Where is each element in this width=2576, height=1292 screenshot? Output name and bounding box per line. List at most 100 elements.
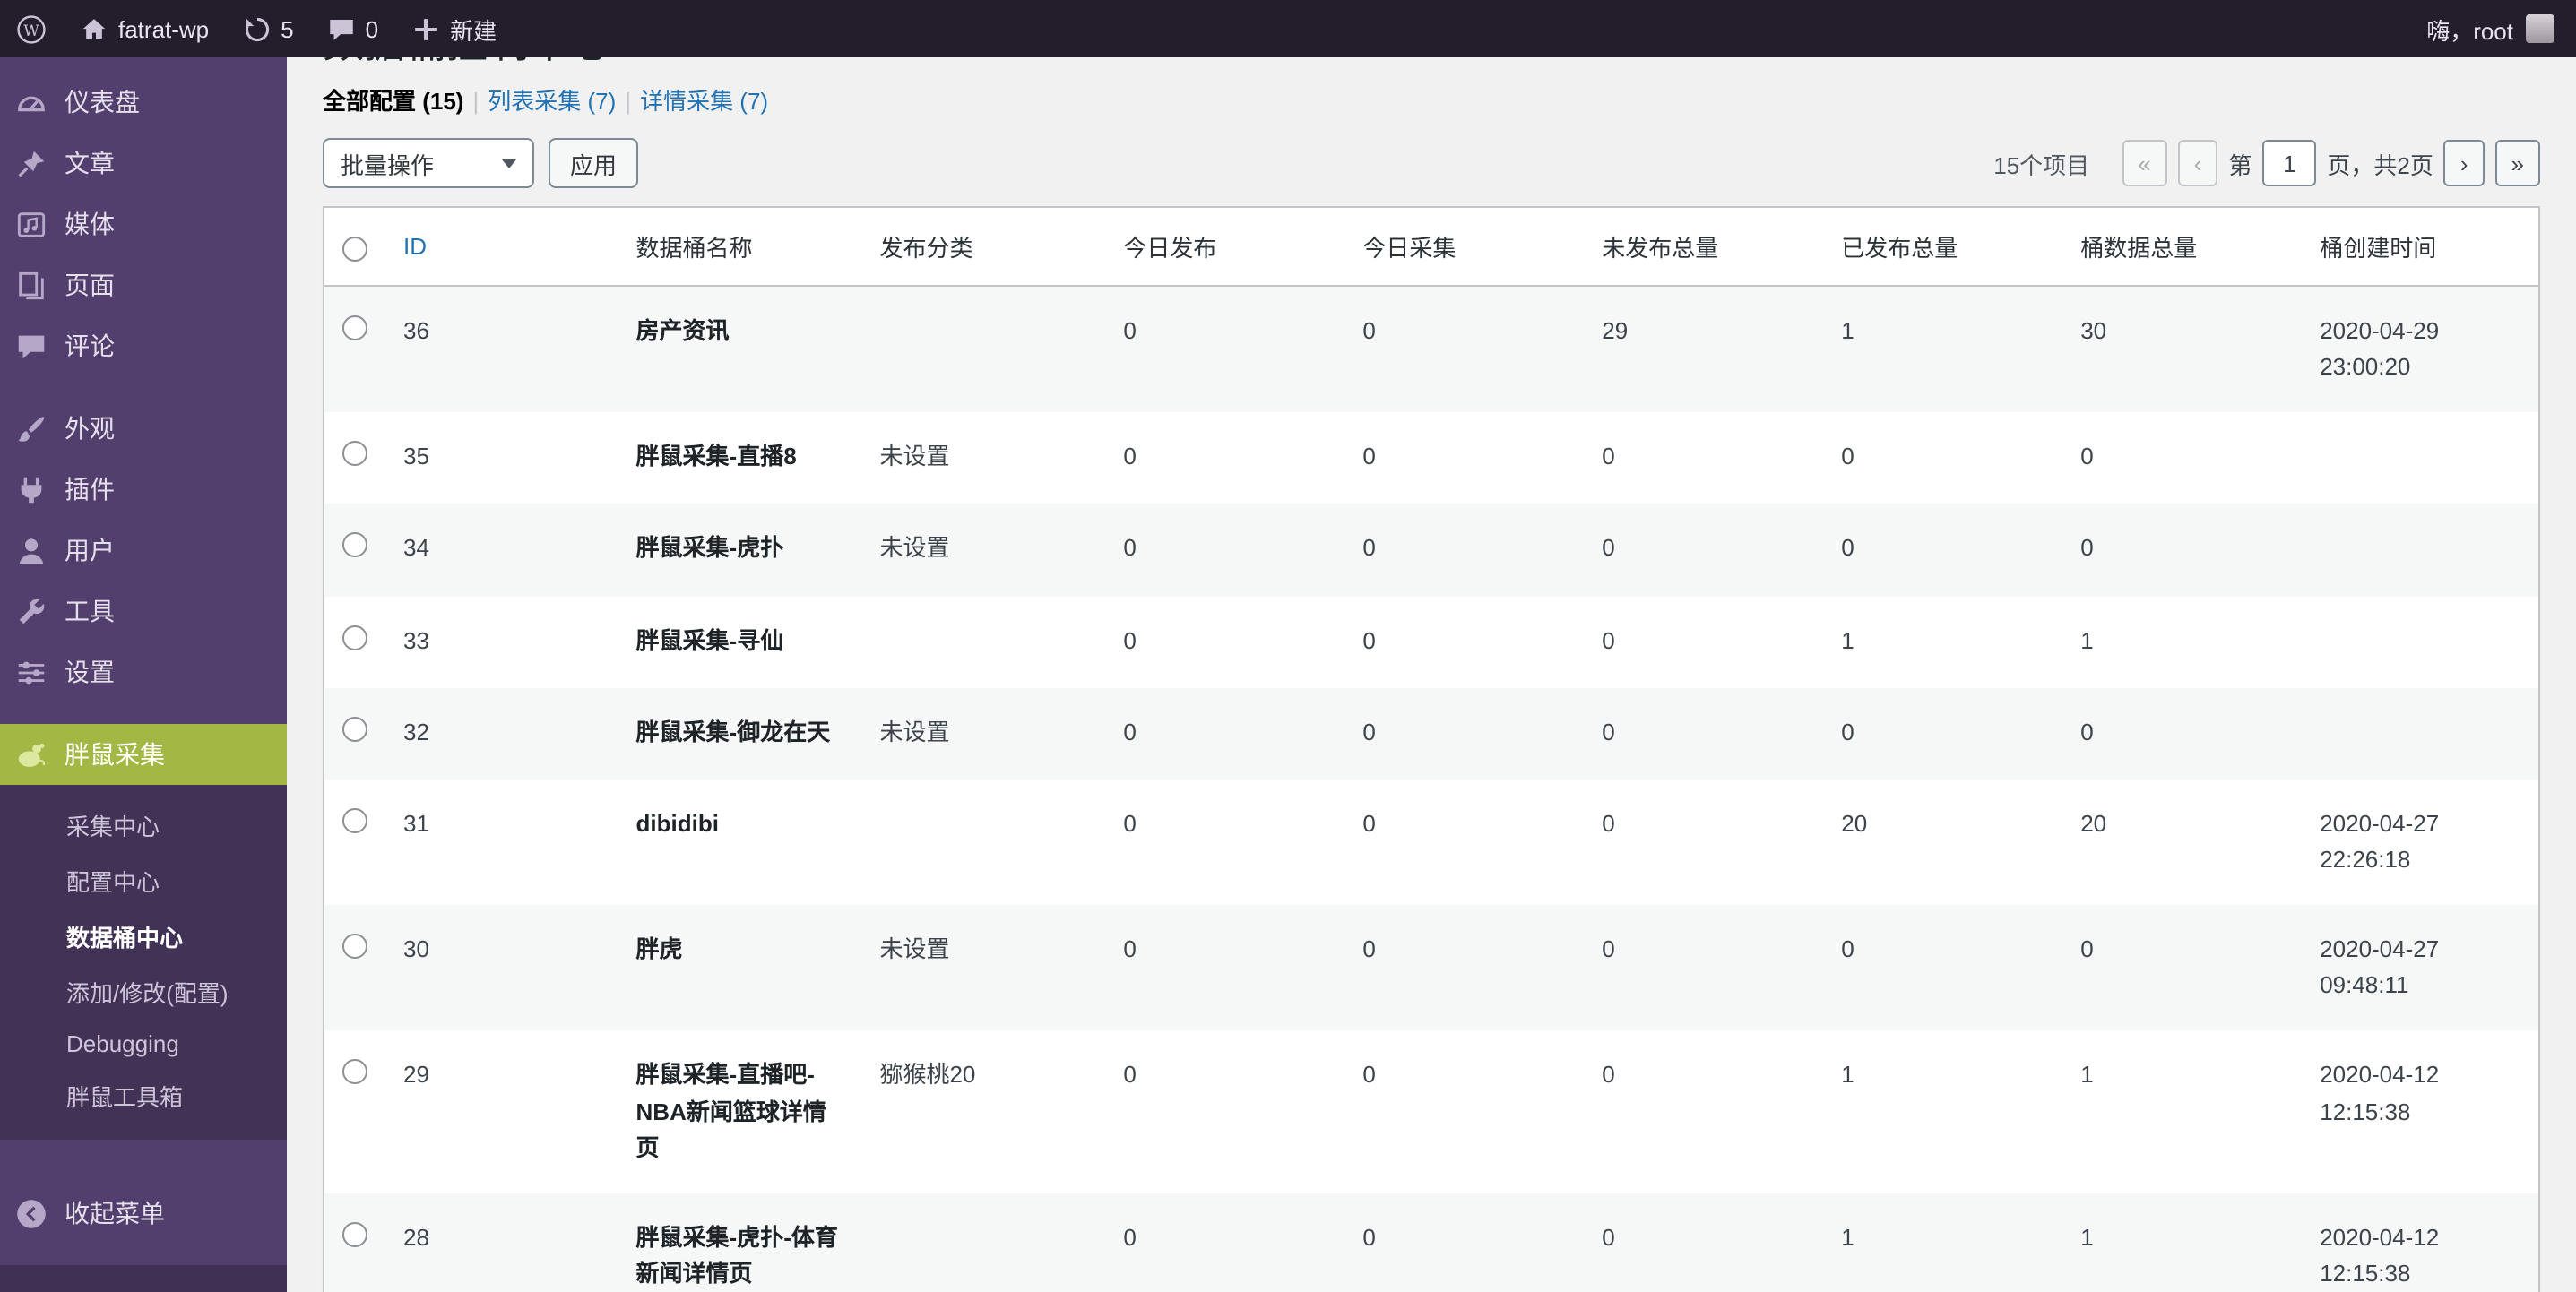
sidebar-item-fatrat[interactable]: 胖鼠采集 [0,724,287,785]
sidebar-item-8[interactable]: 工具 [0,581,287,642]
submenu-item[interactable]: 配置中心 [0,853,287,909]
filter-separator: | [625,88,631,115]
wordpress-admin-screen: W fatrat-wp 5 0 新建 嗨，root 仪表盘文章媒体页面评论外观插… [0,0,2576,1292]
sidebar-item-label: 插件 [65,471,115,507]
sidebar-item-1[interactable]: 文章 [0,133,287,194]
bulk-action-label: 批量操作 [341,146,434,180]
cell-name: 胖鼠采集-直播8 [618,413,862,504]
updates-count: 5 [281,15,293,42]
column-header: 发布分类 [861,207,1105,286]
column-header-id-sort[interactable]: ID [403,233,427,260]
sidebar-item-2[interactable]: 媒体 [0,194,287,254]
cell-name: 胖鼠采集-寻仙 [618,596,862,687]
bulk-action-select[interactable]: 批量操作 [323,138,534,188]
comments-menu[interactable]: 0 [310,0,394,57]
cell-created_at: 2020-04-27 09:48:11 [2302,905,2539,1031]
cell-category: 未设置 [861,905,1105,1031]
table-row: 30胖虎未设置000002020-04-27 09:48:11 [324,905,2539,1031]
row-checkbox[interactable] [342,934,367,959]
sidebar-item-9[interactable]: 设置 [0,642,287,702]
buckets-table: ID数据桶名称发布分类今日发布今日采集未发布总量已发布总量桶数据总量桶创建时间 … [323,206,2540,1292]
collapse-menu-button[interactable]: 收起菜单 [0,1183,287,1244]
cell-published_total: 0 [1823,687,2062,779]
cell-id: 32 [385,687,618,779]
filter-link[interactable]: 详情采集 (7) [640,88,768,115]
new-content-menu[interactable]: 新建 [394,0,513,57]
cell-bucket_total: 0 [2062,905,2302,1031]
row-checkbox[interactable] [342,442,367,467]
sidebar-item-label: 文章 [65,145,115,181]
cell-published_total: 1 [1823,1031,2062,1193]
cell-today_collect: 0 [1344,687,1584,779]
cell-bucket_total: 1 [2062,1031,2302,1193]
row-checkbox[interactable] [342,1060,367,1085]
filter-separator: | [472,88,479,115]
cell-id: 30 [385,905,618,1031]
cell-published_total: 0 [1823,504,2062,596]
row-checkbox[interactable] [342,1222,367,1247]
first-page-button[interactable]: « [2122,140,2166,186]
site-menu[interactable]: fatrat-wp [63,0,225,57]
sidebar-menu: 仪表盘文章媒体页面评论外观插件用户工具设置胖鼠采集采集中心配置中心数据桶中心添加… [0,72,287,1140]
row-checkbox[interactable] [342,808,367,833]
cell-published_total: 0 [1823,905,2062,1031]
row-checkbox[interactable] [342,533,367,558]
updates-menu[interactable]: 5 [225,0,309,57]
account-menu[interactable]: 嗨，root [2405,12,2576,46]
row-checkbox[interactable] [342,716,367,741]
prev-page-button[interactable]: ‹ [2178,140,2218,186]
cell-today_collect: 0 [1344,596,1584,687]
sidebar-item-4[interactable]: 评论 [0,315,287,376]
cell-id: 33 [385,596,618,687]
fatrat-submenu: 采集中心配置中心数据桶中心添加/修改(配置)Debugging胖鼠工具箱 [0,785,287,1140]
row-checkbox[interactable] [342,624,367,650]
cell-today_collect: 0 [1344,1193,1584,1292]
wp-logo-menu[interactable]: W [0,0,63,57]
current-page-input[interactable] [2262,140,2316,186]
cell-category [861,1193,1105,1292]
admin-sidebar: 仪表盘文章媒体页面评论外观插件用户工具设置胖鼠采集采集中心配置中心数据桶中心添加… [0,57,287,1292]
cell-created_at: 2020-04-27 22:26:18 [2302,780,2539,906]
cell-category [861,596,1105,687]
sidebar-item-5[interactable]: 外观 [0,398,287,459]
cell-unpublished_total: 0 [1584,1193,1823,1292]
last-page-button[interactable]: » [2495,140,2540,186]
cell-today_collect: 0 [1344,905,1584,1031]
cell-published_total: 0 [1823,413,2062,504]
cell-published_total: 20 [1823,780,2062,906]
apply-button[interactable]: 应用 [549,138,638,188]
cell-today_collect: 0 [1344,286,1584,413]
cell-created_at: 2020-04-12 12:15:38 [2302,1031,2539,1193]
submenu-item[interactable]: 添加/修改(配置) [0,964,287,1020]
sidebar-item-6[interactable]: 插件 [0,459,287,520]
pagination: 15个项目 « ‹ 第 页，共2页 › » [1993,140,2540,186]
items-count: 15个项目 [1993,146,2089,180]
column-header: 桶创建时间 [2302,207,2539,286]
sidebar-item-0[interactable]: 仪表盘 [0,72,287,133]
submenu-item[interactable]: 采集中心 [0,797,287,853]
next-page-button[interactable]: › [2444,140,2485,186]
cell-id: 29 [385,1031,618,1193]
cell-unpublished_total: 0 [1584,596,1823,687]
pages-icon [14,268,48,302]
submenu-item[interactable]: 胖鼠工具箱 [0,1068,287,1124]
row-checkbox[interactable] [342,315,367,340]
sidebar-item-label: 用户 [65,532,115,568]
submenu-item[interactable]: Debugging [0,1020,287,1068]
sidebar-item-7[interactable]: 用户 [0,520,287,581]
cell-unpublished_total: 0 [1584,1031,1823,1193]
select-all-checkbox[interactable] [342,237,367,262]
sidebar-item-label: 外观 [65,410,115,446]
cell-today_publish: 0 [1105,1031,1344,1193]
sidebar-item-3[interactable]: 页面 [0,254,287,315]
cell-today_collect: 0 [1344,413,1584,504]
update-icon [241,13,272,44]
comments-count: 0 [366,15,378,42]
cell-name: 胖鼠采集-御龙在天 [618,687,862,779]
filter-link[interactable]: 全部配置 (15) [323,88,463,115]
submenu-item[interactable]: 数据桶中心 [0,909,287,964]
cell-published_total: 1 [1823,1193,2062,1292]
cell-bucket_total: 1 [2062,596,2302,687]
cell-bucket_total: 20 [2062,780,2302,906]
filter-link[interactable]: 列表采集 (7) [488,88,616,115]
